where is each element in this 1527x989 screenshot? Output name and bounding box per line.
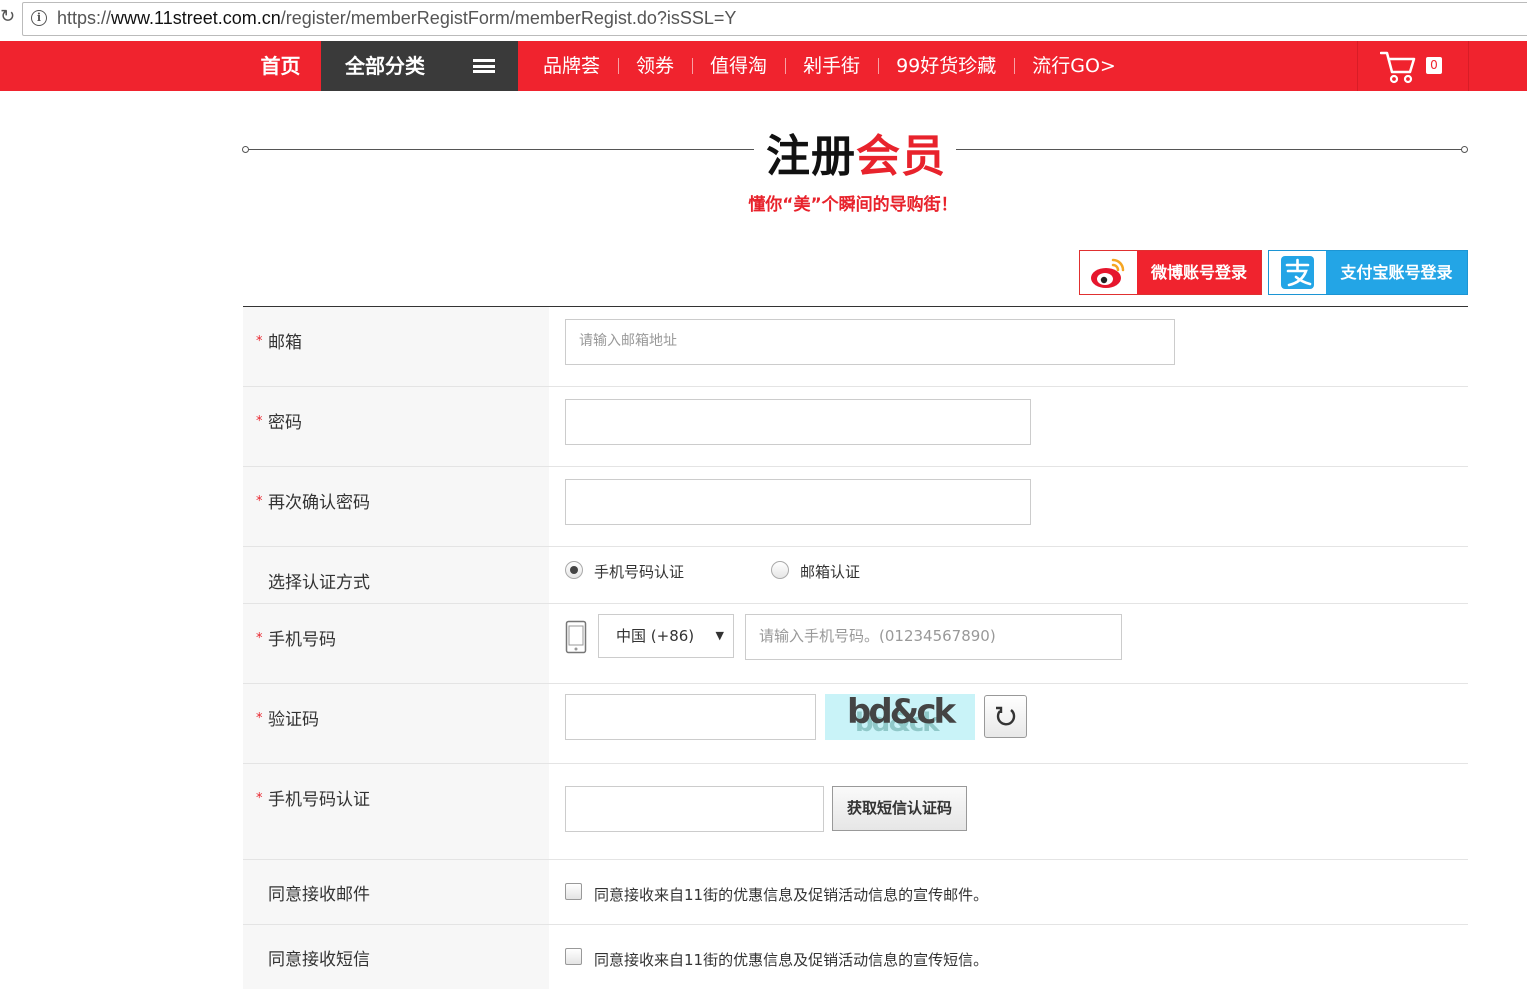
reload-icon[interactable]: ↻ [0, 6, 15, 27]
form-row-agree-sms: 同意接收短信 同意接收来自11街的优惠信息及促销活动信息的宣传短信。 [243, 925, 1468, 989]
captcha-label: 验证码 [268, 710, 319, 730]
mobile-phone-icon [565, 620, 587, 654]
required-marker: * [256, 711, 263, 726]
form-row-verify-method: 选择认证方式 手机号码认证 邮箱认证 [243, 547, 1468, 604]
dropdown-arrow-icon: ▼ [715, 629, 724, 642]
password-confirm-label: 再次确认密码 [268, 493, 370, 513]
form-label-cell: * 再次确认密码 [243, 467, 549, 546]
nav-link-99-collection[interactable]: 99好货珍藏 [878, 41, 1014, 91]
title-line-right [956, 149, 1462, 150]
verify-phone-radio[interactable] [565, 561, 583, 579]
weibo-icon [1080, 251, 1137, 294]
sms-code-input[interactable] [565, 786, 824, 832]
verify-email-radio[interactable] [771, 561, 789, 579]
agree-sms-label: 同意接收短信 [268, 950, 370, 970]
required-marker: * [256, 334, 263, 349]
get-sms-code-button[interactable]: 获取短信认证码 [832, 786, 967, 831]
email-label: 邮箱 [268, 333, 302, 353]
title-line-right-dot [1461, 146, 1468, 153]
nav-home-link[interactable]: 首页 [240, 41, 321, 91]
top-nav: 首页 全部分类 品牌荟 领券 值得淘 剁手街 99好货珍藏 流行GO> 0 [0, 41, 1527, 91]
alipay-login-button[interactable]: 支付宝账号登录 [1268, 250, 1468, 295]
captcha-input[interactable] [565, 694, 816, 740]
url-text: https://www.11street.com.cn/register/mem… [57, 8, 737, 28]
all-categories-label: 全部分类 [345, 54, 425, 78]
nav-link-shopping-street[interactable]: 剁手街 [785, 41, 878, 91]
captcha-refresh-button[interactable] [984, 695, 1027, 738]
form-row-captcha: * 验证码 bd&ck bd&ck [243, 684, 1468, 764]
form-label-cell: * 密码 [243, 387, 549, 466]
form-row-phone: * 手机号码 中国 (+86) ▼ 请输入手机号码。(01234567890) [243, 604, 1468, 684]
phone-label: 手机号码 [268, 630, 336, 650]
agree-sms-checkbox[interactable] [565, 948, 582, 965]
required-marker: * [256, 494, 263, 509]
verify-method-label: 选择认证方式 [268, 573, 370, 593]
password-input[interactable] [565, 399, 1031, 445]
sms-code-label: 手机号码认证 [268, 790, 370, 810]
form-row-password-confirm: * 再次确认密码 [243, 467, 1468, 547]
url-field[interactable]: i https://www.11street.com.cn/register/m… [22, 2, 1527, 36]
alipay-icon [1269, 251, 1326, 294]
password-confirm-input[interactable] [565, 479, 1031, 525]
page-subtitle: 懂你“美”个瞬间的导购街！ [748, 195, 958, 215]
agree-email-label: 同意接收邮件 [268, 885, 370, 905]
country-code-select[interactable]: 中国 (+86) ▼ [598, 614, 734, 658]
form-row-password: * 密码 [243, 387, 1468, 467]
cart-button[interactable]: 0 [1357, 41, 1469, 91]
alipay-login-label: 支付宝账号登录 [1340, 263, 1453, 282]
form-label-cell: * 邮箱 [243, 307, 549, 386]
verify-email-option-label[interactable]: 邮箱认证 [800, 561, 860, 582]
refresh-icon [996, 706, 1016, 726]
form-row-email: * 邮箱 请输入邮箱地址 [243, 307, 1468, 387]
required-marker: * [256, 414, 263, 429]
country-code-value: 中国 (+86) [616, 627, 695, 645]
form-label-cell: 同意接收邮件 [243, 860, 549, 924]
registration-form: * 邮箱 请输入邮箱地址 * 密码 * 再次确认密码 选择认证方式 手机号码认证… [243, 306, 1468, 989]
form-label-cell: * 验证码 [243, 684, 549, 763]
phone-input[interactable]: 请输入手机号码。(01234567890) [745, 614, 1122, 660]
captcha-image: bd&ck bd&ck [825, 694, 975, 740]
form-label-cell: 同意接收短信 [243, 925, 549, 989]
form-row-sms-code: * 手机号码认证 获取短信认证码 [243, 764, 1468, 860]
hamburger-menu-icon [473, 59, 495, 73]
nav-link-worth-buying[interactable]: 值得淘 [692, 41, 785, 91]
browser-address-bar: ↻ i https://www.11street.com.cn/register… [0, 0, 1527, 40]
info-icon[interactable]: i [31, 10, 47, 26]
captcha-text: bd&ck [847, 694, 956, 732]
weibo-login-button[interactable]: 微博账号登录 [1079, 250, 1262, 295]
email-input[interactable]: 请输入邮箱地址 [565, 319, 1175, 365]
weibo-login-label: 微博账号登录 [1150, 263, 1247, 282]
nav-links: 品牌荟 领券 值得淘 剁手街 99好货珍藏 流行GO> [525, 41, 1134, 91]
agree-sms-text[interactable]: 同意接收来自11街的优惠信息及促销活动信息的宣传短信。 [594, 949, 988, 970]
agree-email-text[interactable]: 同意接收来自11街的优惠信息及促销活动信息的宣传邮件。 [594, 884, 988, 905]
form-label-cell: * 手机号码 [243, 604, 549, 683]
verify-phone-option-label[interactable]: 手机号码认证 [594, 561, 684, 582]
agree-email-checkbox[interactable] [565, 883, 582, 900]
page-title-accent: 会员 [856, 131, 946, 182]
form-label-cell: 选择认证方式 [243, 547, 549, 603]
cart-count-badge: 0 [1426, 57, 1442, 74]
form-row-agree-email: 同意接收邮件 同意接收来自11街的优惠信息及促销活动信息的宣传邮件。 [243, 860, 1468, 925]
page-title: 注册会员 [766, 120, 946, 184]
all-categories-button[interactable]: 全部分类 [321, 41, 518, 91]
title-line-left [248, 149, 754, 150]
required-marker: * [256, 631, 263, 646]
cart-icon [1380, 51, 1416, 84]
page-title-main: 注册 [766, 131, 856, 182]
nav-link-coupons[interactable]: 领券 [618, 41, 692, 91]
nav-link-brands[interactable]: 品牌荟 [525, 41, 618, 91]
nav-link-trend-go[interactable]: 流行GO> [1014, 41, 1134, 91]
password-label: 密码 [268, 413, 302, 433]
required-marker: * [256, 791, 263, 806]
form-label-cell: * 手机号码认证 [243, 764, 549, 859]
